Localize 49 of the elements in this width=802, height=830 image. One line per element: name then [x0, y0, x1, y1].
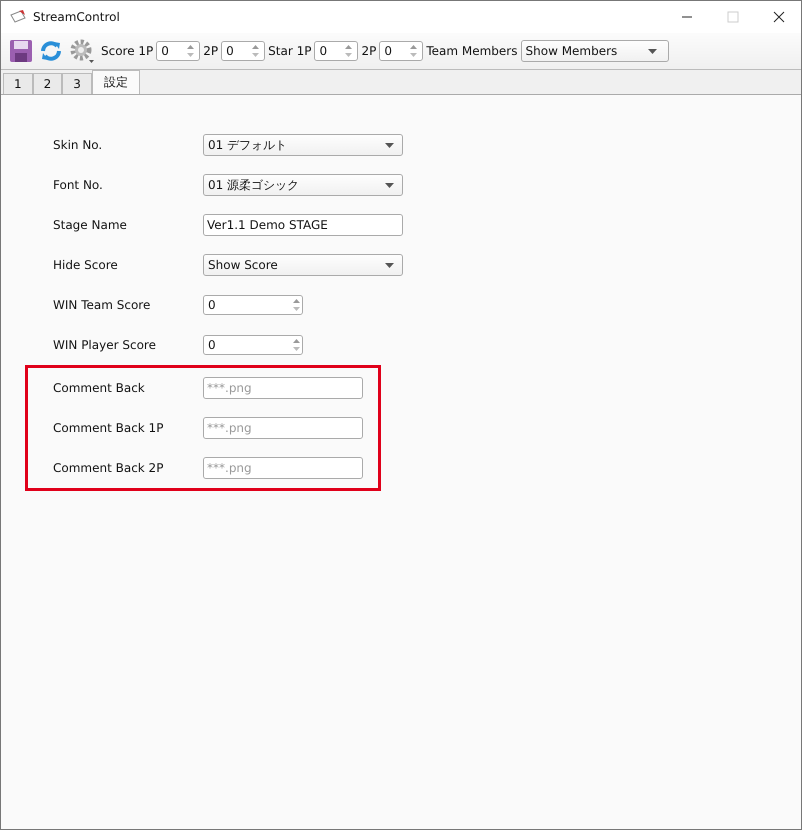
refresh-icon[interactable]: [39, 39, 63, 63]
input-field[interactable]: Ver1.1 Demo STAGE: [203, 214, 403, 236]
save-icon[interactable]: [9, 39, 33, 63]
spin-arrows-icon[interactable]: [409, 43, 418, 59]
input-field[interactable]: ***.png: [203, 457, 363, 479]
dropdown[interactable]: Show Members: [520, 40, 668, 62]
dropdown-arrow-icon: [385, 142, 394, 148]
number-field[interactable]: 0: [203, 335, 303, 355]
maximize-icon[interactable]: [727, 11, 739, 23]
dropdown[interactable]: Show Score: [203, 254, 403, 276]
spinner-label: 2P: [361, 44, 376, 58]
spin-arrows-icon[interactable]: [251, 43, 260, 59]
app-icon: [9, 9, 27, 25]
field-label: Comment Back: [53, 381, 146, 395]
spin-arrows-icon[interactable]: [186, 43, 196, 59]
dropdown-arrow-icon: [648, 48, 656, 54]
field-label: WIN Team Score: [53, 298, 152, 312]
team-members-label: Team Members: [426, 44, 518, 58]
close-icon[interactable]: [773, 11, 785, 23]
tab[interactable]: 設定: [92, 70, 140, 94]
tab[interactable]: 2: [32, 73, 62, 94]
field-label: Comment Back 1P: [53, 421, 164, 435]
window-title: StreamControl: [33, 10, 120, 24]
input-field[interactable]: ***.png: [203, 417, 363, 439]
number-field[interactable]: 0: [314, 41, 358, 61]
dropdown[interactable]: 01 源柔ゴシック: [203, 174, 403, 196]
field-label: Font No.: [53, 178, 104, 192]
spinner-label: Score 1P: [101, 44, 154, 58]
field-label: WIN Player Score: [53, 338, 157, 352]
dropdown[interactable]: 01 デフォルト: [203, 134, 403, 156]
input-field[interactable]: ***.png: [203, 377, 363, 399]
dropdown-arrow-icon: [385, 182, 394, 188]
spin-arrows-icon[interactable]: [292, 337, 301, 353]
field-label: Comment Back 2P: [53, 461, 164, 475]
field-label: Stage Name: [53, 218, 128, 232]
number-field[interactable]: 0: [156, 41, 200, 61]
field-label: Skin No.: [53, 138, 104, 152]
tab[interactable]: 3: [62, 73, 92, 94]
spin-arrows-icon[interactable]: [292, 297, 301, 313]
number-field[interactable]: 0: [379, 41, 424, 61]
spin-arrows-icon[interactable]: [344, 43, 354, 59]
number-field[interactable]: 0: [221, 41, 266, 61]
tab[interactable]: 1: [3, 73, 33, 94]
spinner-label: 2P: [203, 44, 218, 58]
field-label: Hide Score: [53, 258, 119, 272]
number-field[interactable]: 0: [203, 295, 303, 315]
spinner-label: Star 1P: [268, 44, 312, 58]
dropdown-arrow-icon: [385, 262, 394, 268]
settings-icon[interactable]: [69, 38, 95, 64]
